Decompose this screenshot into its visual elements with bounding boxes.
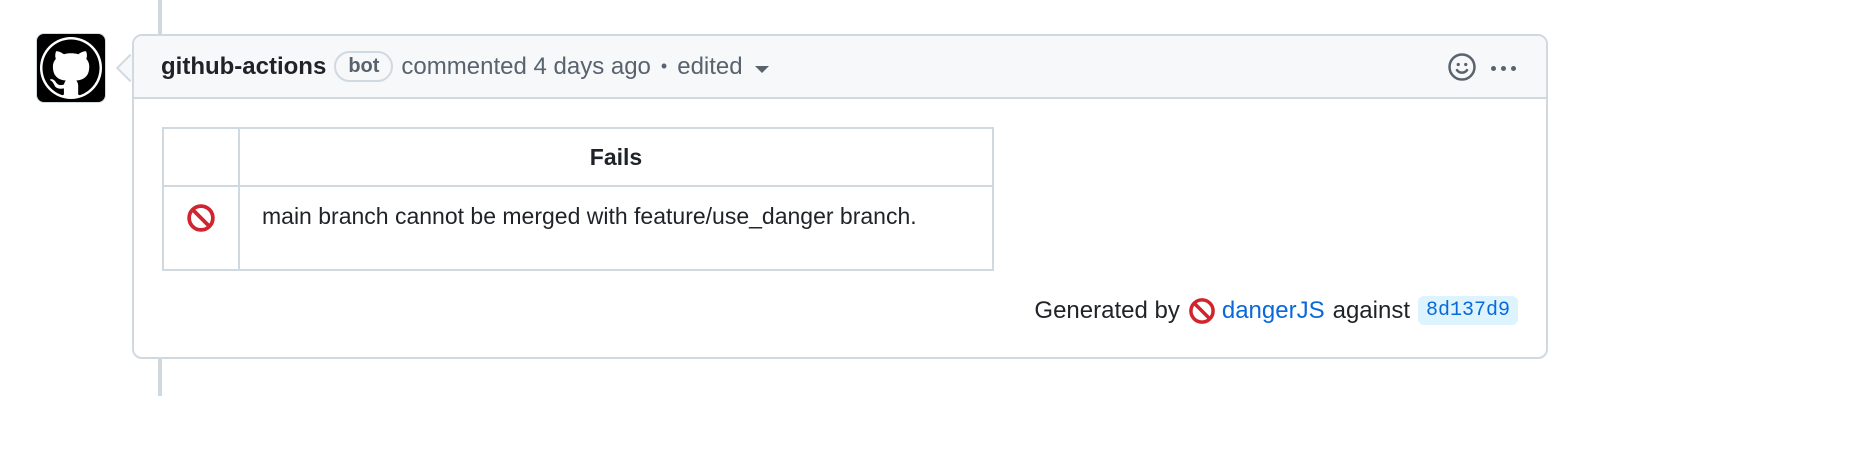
comment-timestamp[interactable]: commented 4 days ago: [401, 53, 650, 81]
generated-by-label: Generated by: [1034, 296, 1180, 324]
separator-dot: •: [660, 56, 668, 76]
header-actions: [1447, 52, 1516, 82]
no-entry-icon: [187, 204, 215, 232]
generated-by-footer: Generated by dangerJS against 8d137d9: [1034, 296, 1518, 325]
kebab-horizontal-icon[interactable]: [1491, 64, 1516, 71]
table-row: main branch cannot be merged with featur…: [162, 185, 994, 271]
github-logo-icon: [40, 37, 102, 99]
table-header-fails: Fails: [238, 127, 994, 187]
chevron-down-icon[interactable]: [754, 66, 769, 73]
table-header-row: Fails: [162, 127, 994, 187]
table-cell-message: main branch cannot be merged with featur…: [238, 185, 994, 271]
comment-header: github-actions bot commented 4 days ago …: [134, 36, 1546, 99]
no-entry-icon: [1189, 297, 1215, 324]
edited-label[interactable]: edited: [677, 53, 742, 81]
bot-badge: bot: [334, 51, 394, 82]
against-label: against: [1332, 296, 1410, 324]
comment-box: github-actions bot commented 4 days ago …: [132, 34, 1548, 359]
table-cell-icon: [162, 185, 240, 271]
author-link[interactable]: github-actions: [161, 53, 326, 81]
smiley-icon[interactable]: [1447, 52, 1477, 82]
avatar[interactable]: [36, 33, 106, 103]
fails-table: Fails main branch cannot be merged with …: [162, 127, 994, 271]
table-header-icon-col: [162, 127, 240, 187]
dangerjs-link[interactable]: dangerJS: [1222, 297, 1325, 325]
commit-sha-link[interactable]: 8d137d9: [1417, 296, 1518, 325]
